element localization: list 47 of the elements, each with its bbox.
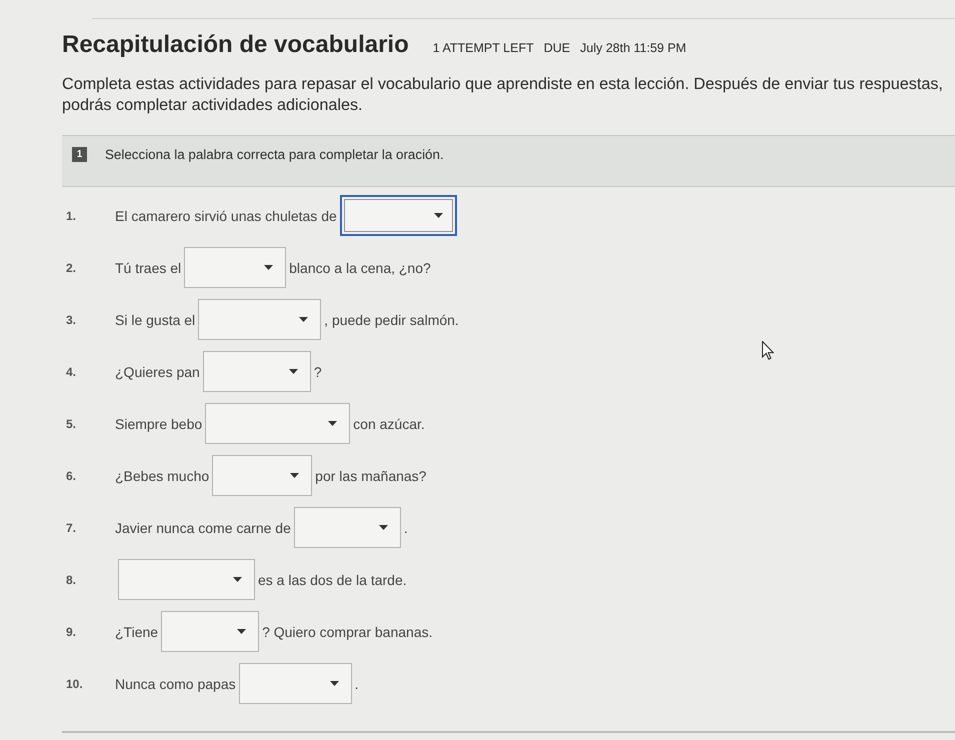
attempts-left-text: 1 ATTEMPT LEFT: [432, 41, 534, 55]
caret-icon: [328, 421, 338, 426]
question-number: 4.: [66, 364, 76, 378]
answer-dropdown[interactable]: [340, 195, 457, 236]
sentence-text: Nunca como papas: [115, 676, 236, 692]
sentence-text: , puede pedir salmón.: [324, 312, 459, 328]
sentence-text: con azúcar.: [353, 416, 425, 432]
question-number: 9.: [66, 624, 76, 638]
section-number-badge: 1: [72, 147, 87, 162]
sentence-text: Siempre bebo: [115, 416, 202, 432]
page-title: Recapitulación de vocabulario: [62, 31, 409, 59]
sentence-text: .: [354, 676, 359, 692]
sentence-text: blanco a la cena, ¿no?: [289, 260, 431, 276]
question-number: 10.: [66, 676, 83, 690]
caret-icon: [290, 473, 300, 478]
sentence-text: ¿Tiene: [115, 624, 158, 640]
question-number: 1.: [66, 208, 76, 222]
sentence-text: por las mañanas?: [315, 468, 426, 484]
sentence-text: Tú traes el: [115, 260, 182, 276]
caret-icon: [233, 577, 242, 582]
sentence-text: ¿Bebes mucho: [115, 468, 210, 484]
caret-icon: [434, 213, 443, 218]
sentence-text: es a las dos de la tarde.: [258, 572, 407, 588]
question-number: 3.: [66, 312, 76, 326]
due-date-text: July 28th 11:59 PM: [580, 41, 686, 55]
sentence-text: ? Quiero comprar bananas.: [262, 624, 432, 640]
question-number: 8.: [66, 572, 76, 586]
sentence-text: ?: [314, 364, 322, 380]
sentence-text: .: [404, 520, 408, 536]
caret-icon: [299, 317, 308, 322]
sentence-text: Si le gusta el: [115, 312, 196, 328]
cursor-icon: [762, 341, 774, 360]
due-label: DUE: [544, 41, 570, 55]
caret-icon: [378, 525, 388, 530]
question-number: 7.: [66, 520, 76, 534]
sentence-text: ¿Quieres pan: [115, 364, 200, 380]
intro-paragraph: Completa estas actividades para repasar el vocabulario que aprendiste en esta lección. Después de enviar tus respuestas, podrás completar actividades adicionales.: [62, 74, 944, 116]
question-number: 6.: [66, 468, 76, 482]
caret-icon: [288, 369, 298, 374]
question-number: 2.: [66, 260, 76, 274]
sentence-text: Javier nunca come carne de: [115, 520, 291, 536]
caret-icon: [237, 629, 246, 634]
question-number: 5.: [66, 416, 76, 430]
instruction-text: Selecciona la palabra correcta para completar la oración.: [105, 147, 444, 162]
caret-icon: [264, 265, 274, 270]
sentence-text: El camarero sirvió unas chuletas de: [115, 208, 337, 224]
caret-icon: [330, 681, 339, 686]
